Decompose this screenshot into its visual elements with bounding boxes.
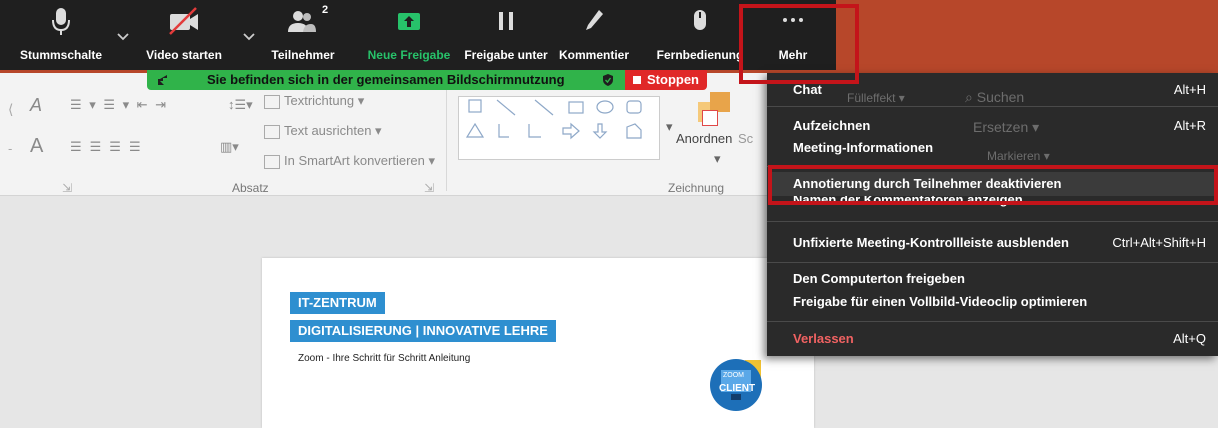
- text-direction-label: Textrichtung: [284, 93, 355, 108]
- font-color-icon[interactable]: A: [30, 135, 43, 158]
- menu-item-hide-floating-controls[interactable]: Unfixierte Meeting-Kontrollleiste ausble…: [793, 233, 1206, 253]
- menu-separator: [767, 221, 1218, 222]
- participants-button[interactable]: 2 Teilnehmer: [262, 0, 344, 70]
- shield-check-icon: [603, 74, 613, 86]
- arrange-shape-front: [710, 92, 730, 112]
- menu-item-hide-floating-controls-shortcut: Ctrl+Alt+Shift+H: [1112, 235, 1206, 250]
- menu-item-leave[interactable]: Verlassen Alt+Q: [793, 329, 1206, 349]
- mute-button[interactable]: Stummschalte: [14, 0, 108, 70]
- arrange-cut-label: Sc: [738, 131, 754, 146]
- group-label-paragraph: Absatz: [232, 181, 269, 195]
- menu-item-share-computer-sound-label: Den Computerton freigeben: [793, 271, 965, 286]
- participants-icon: [262, 6, 344, 42]
- badge-client-text: CLIENT: [719, 383, 756, 394]
- arrange-icon[interactable]: [698, 92, 732, 128]
- participant-count-badge: 2: [322, 4, 329, 16]
- annotate-button[interactable]: Kommentier: [556, 0, 632, 70]
- share-up-arrow-icon: [364, 6, 454, 42]
- pause-share-button[interactable]: Freigabe unter: [458, 0, 554, 70]
- format-painter-icon[interactable]: ⟨: [8, 101, 13, 118]
- remote-control-button[interactable]: Fernbedienung: [652, 0, 748, 70]
- callout-disable-annotation: [768, 165, 1218, 205]
- remote-control-label: Fernbedienung: [656, 48, 744, 62]
- screen-share-text: Sie befinden sich in der gemeinsamen Bil…: [207, 72, 565, 87]
- columns-icon[interactable]: ▥▾: [220, 139, 239, 155]
- align-text-label: Text ausrichten: [284, 123, 372, 138]
- bullet-list-icons[interactable]: ☰ ▾ ☰ ▾ ⇤ ⇥: [70, 97, 168, 113]
- group-label-drawing: Zeichnung: [668, 181, 725, 195]
- arrange-chevron-down-icon[interactable]: ▾: [714, 151, 721, 167]
- stop-share-button[interactable]: Stoppen: [625, 70, 707, 90]
- zoom-client-logo: ZOOM CLIENT: [709, 354, 767, 412]
- menu-item-leave-shortcut: Alt+Q: [1173, 331, 1206, 346]
- menu-separator: [767, 262, 1218, 263]
- ribbon-separator: [446, 81, 447, 191]
- menu-item-record-shortcut: Alt+R: [1173, 118, 1206, 133]
- video-off-icon: [138, 6, 230, 42]
- menu-item-chat-shortcut: Alt+H: [1173, 82, 1206, 97]
- smartart-label: In SmartArt konvertieren: [284, 153, 425, 168]
- menu-item-meeting-info[interactable]: Meeting-Informationen: [793, 138, 1206, 158]
- slide-canvas: IT-ZENTRUM DIGITALISIERUNG | INNOVATIVE …: [262, 258, 814, 428]
- menu-item-share-computer-sound[interactable]: Den Computerton freigeben: [793, 269, 1206, 289]
- more-options-menu: Fülleffekt ▾ ⌕ Suchen Ersetzen ▾ Markier…: [767, 73, 1218, 356]
- arrange-label[interactable]: Anordnen: [676, 131, 732, 146]
- menu-item-optimize-video-clip[interactable]: Freigabe für einen Vollbild-Videoclip op…: [793, 292, 1206, 312]
- banner-arrow-icon: [158, 75, 167, 85]
- mute-label: Stummschalte: [19, 48, 103, 62]
- stop-share-label: Stoppen: [647, 72, 699, 87]
- participants-label: Teilnehmer: [271, 48, 335, 62]
- menu-item-record[interactable]: Aufzeichnen Alt+R: [793, 116, 1206, 136]
- zoom-meeting-toolbar: Stummschalte Video starten 2 Teilnehmer …: [0, 0, 836, 70]
- menu-item-optimize-video-clip-label: Freigabe für einen Vollbild-Videoclip op…: [793, 294, 1088, 309]
- slide-subtitle: Zoom - Ihre Schritt für Schritt Anleitun…: [298, 353, 471, 364]
- new-share-button[interactable]: Neue Freigabe: [364, 0, 454, 70]
- stop-square-icon: [633, 76, 641, 84]
- menu-item-chat-label: Chat: [793, 82, 822, 97]
- pause-icon: [458, 6, 554, 42]
- start-video-label: Video starten: [146, 48, 222, 62]
- shape-gallery-more-icon[interactable]: ▾: [666, 119, 673, 135]
- menu-separator: [767, 321, 1218, 322]
- screen-share-banner: Sie befinden sich in der gemeinsamen Bil…: [147, 70, 625, 90]
- mouse-icon: [652, 6, 748, 42]
- slide-tag-it-zentrum: IT-ZENTRUM: [290, 292, 385, 314]
- align-text-icon: [264, 124, 280, 139]
- menu-item-record-label: Aufzeichnen: [793, 118, 871, 133]
- menu-separator: [767, 106, 1218, 107]
- text-direction-button[interactable]: Textrichtung ▾: [264, 93, 364, 109]
- smartart-icon: [264, 154, 280, 169]
- menu-item-meeting-info-label: Meeting-Informationen: [793, 140, 934, 155]
- align-text-button[interactable]: Text ausrichten ▾: [264, 123, 382, 139]
- menu-item-hide-floating-controls-label: Unfixierte Meeting-Kontrollleiste ausble…: [793, 235, 1069, 250]
- paragraph-launcher-icon[interactable]: ⇲: [424, 181, 434, 195]
- line-spacing-icon[interactable]: ↕☰▾: [228, 97, 253, 113]
- video-options-chevron-down-icon[interactable]: [242, 30, 256, 44]
- shape-gallery-icons: [465, 99, 642, 140]
- audio-options-chevron-down-icon[interactable]: [116, 30, 130, 44]
- text-direction-icon: [264, 94, 280, 109]
- align-icons[interactable]: ☰☰☰☰: [70, 139, 149, 155]
- start-video-button[interactable]: Video starten: [138, 0, 230, 70]
- pen-icon: [556, 6, 632, 42]
- clear-format-icon[interactable]: A: [30, 95, 42, 116]
- callout-more-button: [739, 4, 859, 84]
- badge-zoom-text: ZOOM: [723, 372, 744, 379]
- arrange-shape-outline: [702, 110, 718, 126]
- slide-tag-digitalisierung: DIGITALISIERUNG | INNOVATIVE LEHRE: [290, 320, 556, 342]
- pause-share-label: Freigabe unter: [464, 48, 548, 62]
- menu-item-leave-label: Verlassen: [793, 331, 854, 346]
- smartart-button[interactable]: In SmartArt konvertieren ▾: [264, 153, 435, 169]
- font-launcher-icon[interactable]: ⇲: [62, 181, 72, 195]
- annotate-label: Kommentier: [558, 48, 629, 62]
- microphone-icon: [14, 6, 108, 42]
- new-share-label: Neue Freigabe: [367, 48, 451, 62]
- shape-gallery[interactable]: [458, 96, 660, 160]
- font-dropdown-icon[interactable]: -: [8, 141, 12, 156]
